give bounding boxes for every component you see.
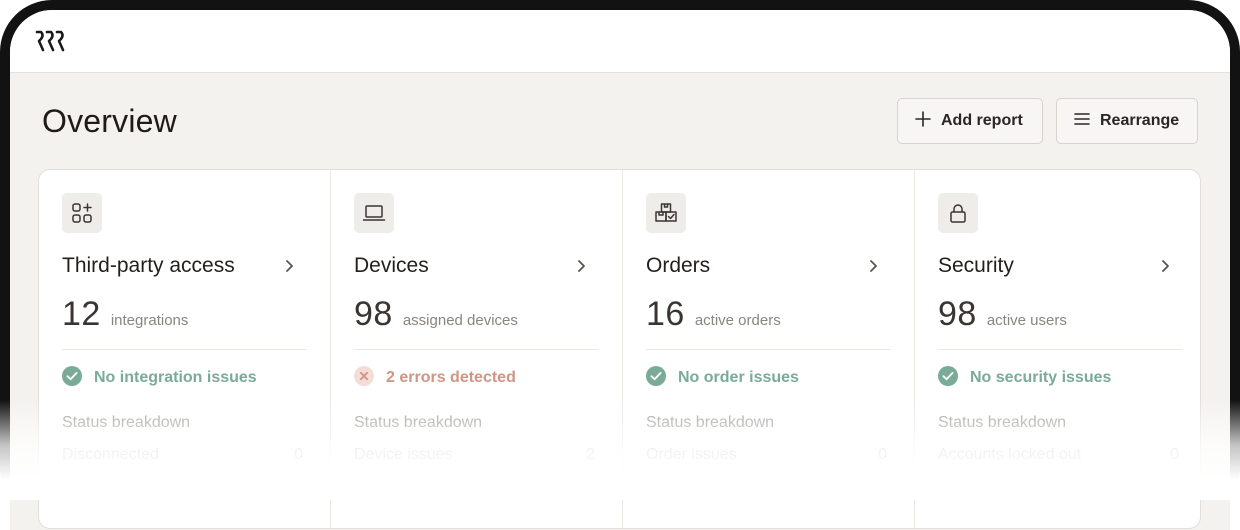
add-report-button[interactable]: Add report: [897, 98, 1043, 144]
chevron-right-icon: [869, 259, 878, 273]
metric-value: 98: [938, 295, 977, 333]
logo-icon[interactable]: [35, 30, 67, 52]
add-report-label: Add report: [941, 112, 1023, 129]
divider: [938, 349, 1183, 350]
card-devices: Devices 98 assigned devices 2 errors det…: [331, 170, 623, 528]
lock-icon: [938, 193, 978, 233]
plus-icon: [915, 110, 931, 132]
metric-value: 12: [62, 295, 101, 333]
breakdown-row-value: 0: [1170, 446, 1179, 463]
breakdown-row: Disconnected 0: [62, 446, 303, 464]
metric-unit: assigned devices: [402, 312, 518, 329]
rearrange-label: Rearrange: [1100, 112, 1180, 129]
check-circle-icon: [938, 365, 958, 391]
breakdown-row-label: Disconnected: [62, 446, 159, 463]
card-title-link[interactable]: Orders: [646, 251, 891, 281]
metric-unit: integrations: [110, 312, 189, 329]
card-title: Devices: [354, 254, 429, 277]
breakdown-row: Accounts locked out 0: [938, 446, 1179, 464]
status-indicator: No order issues: [646, 365, 891, 391]
status-indicator: 2 errors detected: [354, 365, 599, 391]
breakdown-label: Status breakdown: [354, 414, 483, 431]
metric-unit: active users: [986, 312, 1067, 329]
status-text: 2 errors detected: [386, 369, 516, 386]
check-circle-icon: [62, 365, 82, 391]
card-title: Security: [938, 254, 1014, 277]
breakdown-row: Device issues 2: [354, 446, 595, 464]
top-bar: [10, 10, 1230, 73]
status-indicator: No security issues: [938, 365, 1183, 391]
overview-cards: Third-party access 12 integrations No in…: [38, 169, 1201, 529]
card-title-link[interactable]: Devices: [354, 251, 599, 281]
status-indicator: No integration issues: [62, 365, 307, 391]
page-title: Overview: [42, 103, 177, 139]
header-actions: Add report Rearrange: [897, 98, 1198, 144]
breakdown-label: Status breakdown: [62, 414, 191, 431]
divider: [62, 349, 307, 350]
metric: 16 active orders: [646, 295, 891, 335]
metric: 98 assigned devices: [354, 295, 599, 335]
metric: 98 active users: [938, 295, 1183, 335]
breakdown-label: Status breakdown: [938, 414, 1067, 431]
metric-value: 16: [646, 295, 685, 333]
chevron-right-icon: [577, 259, 586, 273]
breakdown-row: Order issues 0: [646, 446, 887, 464]
chevron-right-icon: [1161, 259, 1170, 273]
page-header: Overview Add report Rearrange: [42, 98, 1198, 144]
divider: [354, 349, 599, 350]
metric-value: 98: [354, 295, 393, 333]
card-third-party-access: Third-party access 12 integrations No in…: [39, 170, 331, 528]
breakdown-row-label: Device issues: [354, 446, 453, 463]
check-circle-icon: [646, 365, 666, 391]
menu-lines-icon: [1074, 112, 1090, 131]
status-text: No integration issues: [94, 369, 257, 386]
status-text: No security issues: [970, 369, 1112, 386]
rearrange-button[interactable]: Rearrange: [1056, 98, 1198, 144]
status-text: No order issues: [678, 369, 799, 386]
breakdown-row-value: 0: [878, 446, 887, 463]
divider: [646, 349, 891, 350]
breakdown-label: Status breakdown: [646, 414, 775, 431]
breakdown-row-value: 0: [294, 446, 303, 463]
metric: 12 integrations: [62, 295, 307, 335]
apps-add-icon: [62, 193, 102, 233]
metric-unit: active orders: [694, 312, 781, 329]
card-orders: Orders 16 active orders No order issues: [623, 170, 915, 528]
breakdown-row-label: Order issues: [646, 446, 737, 463]
breakdown-row-value: 2: [586, 446, 595, 463]
boxes-icon: [646, 193, 686, 233]
laptop-icon: [354, 193, 394, 233]
card-title: Orders: [646, 254, 711, 277]
card-title: Third-party access: [62, 254, 235, 277]
breakdown-row-label: Accounts locked out: [938, 446, 1082, 463]
error-circle-icon: [354, 365, 374, 391]
chevron-right-icon: [285, 259, 294, 273]
card-title-link[interactable]: Third-party access: [62, 251, 307, 281]
card-title-link[interactable]: Security: [938, 251, 1183, 281]
device-frame: Overview Add report Rearrange Third-part…: [0, 0, 1240, 530]
app-window: Overview Add report Rearrange Third-part…: [10, 10, 1230, 530]
card-security: Security 98 active users No security iss…: [915, 170, 1200, 528]
